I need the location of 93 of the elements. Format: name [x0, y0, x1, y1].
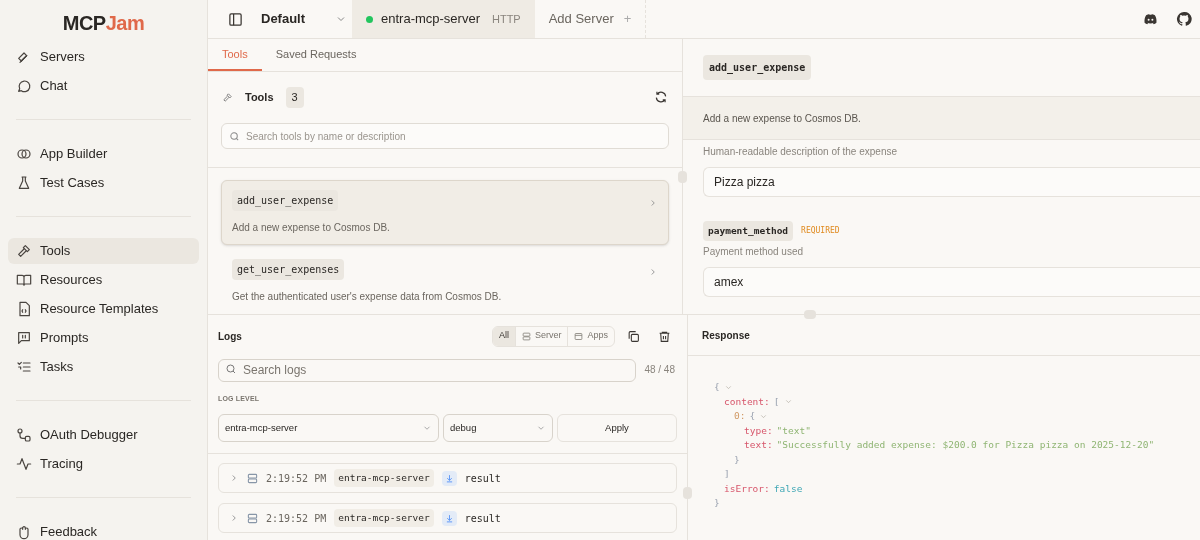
route-icon	[16, 427, 32, 443]
json-key: isError:	[724, 481, 770, 496]
resize-handle[interactable]	[683, 487, 692, 499]
nav-item[interactable]: Resources	[8, 267, 199, 293]
add-server-tab[interactable]: Add Server +	[534, 0, 647, 38]
json-bracket: ]	[724, 468, 730, 479]
search-field[interactable]: Search tools by name or description	[221, 123, 669, 149]
server-icon	[247, 472, 258, 484]
log-time: 2:19:52 PM	[266, 471, 327, 486]
search-icon	[225, 363, 237, 375]
param-hint: Human-readable description of the expense	[703, 145, 898, 159]
wrench-icon	[222, 91, 233, 103]
nav-item[interactable]: App Builder	[8, 141, 199, 167]
param-name: payment_method	[703, 221, 794, 242]
filter-toggle[interactable]: Server	[514, 326, 568, 346]
json-bracket: {	[714, 380, 720, 395]
nav-item[interactable]: Tracing	[8, 451, 199, 477]
nav-item[interactable]: Chat	[8, 73, 199, 99]
level-select[interactable]: debug	[443, 414, 553, 442]
file-icon	[16, 301, 32, 317]
json-value: false	[773, 481, 803, 496]
sidebar-toggle-icon[interactable]	[228, 11, 243, 27]
nav-item[interactable]: Servers	[8, 44, 199, 70]
json-key: content:	[724, 394, 770, 409]
required-label: REQUIRED	[801, 225, 840, 238]
workspace-dropdown[interactable]: Default	[261, 9, 348, 29]
octocat-icon[interactable]	[1176, 11, 1192, 27]
window-icon	[574, 331, 584, 341]
filter-toggle[interactable]: Apps	[567, 326, 614, 346]
tool-description: Add a new expense to Cosmos DB.	[703, 111, 861, 126]
json-key: text:	[744, 438, 773, 453]
param-hint: Payment method used	[703, 245, 805, 260]
chat-icon	[16, 78, 32, 94]
tool-description: Add a new expense to Cosmos DB.	[232, 221, 391, 235]
log-type: result	[464, 471, 501, 486]
param-field[interactable]: amex	[703, 267, 1200, 298]
json-bracket: [	[773, 394, 780, 409]
apply-button[interactable]: Apply	[557, 414, 677, 442]
json-value: "Successfully added expense: $200.0 for Pizza pizza on 2025-12-20"	[776, 438, 1155, 453]
section-title: Tools	[245, 90, 274, 105]
tool-card[interactable]: get_user_expenses Get the authenticated user's expense data from Cosmos DB.	[221, 249, 669, 314]
list-icon	[16, 359, 32, 375]
resize-handle[interactable]	[804, 310, 816, 319]
json-bracket: {	[749, 409, 756, 424]
server-tag: entra-mcp-server	[334, 508, 434, 528]
logo: MCPJam	[62, 11, 145, 36]
tool-name: get_user_expenses	[232, 259, 345, 280]
flask-icon	[16, 175, 32, 191]
server-tab[interactable]: entra-mcp-server HTTP	[352, 0, 535, 38]
search-icon	[229, 130, 240, 142]
section-title: Logs	[218, 329, 242, 344]
json-key: 0:	[734, 409, 746, 424]
nav-item[interactable]: OAuth Debugger	[8, 422, 199, 448]
json-value: "text"	[776, 423, 811, 438]
tool-card[interactable]: add_user_expense Add a new expense to Cosmos DB.	[221, 180, 669, 245]
log-entry[interactable]: 2:19:52 PM entra-mcp-server result	[218, 463, 677, 493]
search-field[interactable]: Search logs	[218, 358, 637, 382]
json-key: type:	[744, 423, 773, 438]
nav-item[interactable]: Tasks	[8, 354, 199, 380]
nav-item[interactable]: Resource Templates	[8, 296, 199, 322]
log-type: result	[464, 511, 501, 526]
refresh-icon[interactable]	[654, 90, 668, 105]
download-icon	[441, 510, 457, 526]
copy-icon[interactable]	[627, 329, 640, 343]
log-entry[interactable]: 2:19:52 PM entra-mcp-server result	[218, 503, 677, 533]
server-icon	[247, 512, 258, 524]
panel-tab[interactable]: Saved Requests	[261, 39, 371, 72]
nav-item[interactable]: Feedback	[8, 519, 199, 540]
log-count: 48 / 48	[644, 362, 675, 377]
filter-toggle[interactable]: All	[492, 326, 515, 346]
server-tag: entra-mcp-server	[334, 468, 434, 488]
tool-name: add_user_expense	[232, 190, 339, 211]
param-field[interactable]: Pizza pizza	[703, 167, 1200, 197]
download-icon	[441, 470, 457, 486]
nav-item[interactable]: Prompts	[8, 325, 199, 351]
server-select[interactable]: entra-mcp-server	[218, 414, 439, 442]
book-icon	[16, 272, 32, 288]
nav-item[interactable]: Tools	[8, 238, 199, 264]
count-badge: 3	[285, 87, 304, 108]
pulse-icon	[16, 456, 32, 472]
trash-icon[interactable]	[658, 329, 671, 343]
section-title: Response	[702, 328, 750, 343]
json-bracket: }	[714, 497, 720, 508]
message-icon	[16, 330, 32, 346]
hammer-icon	[16, 243, 32, 259]
nav-item[interactable]: Test Cases	[8, 170, 199, 196]
log-time: 2:19:52 PM	[266, 511, 327, 526]
server-icon	[521, 331, 531, 341]
json-bracket: }	[734, 453, 740, 465]
hand-icon	[16, 524, 32, 540]
resize-handle[interactable]	[678, 171, 687, 183]
tool-name: add_user_expense	[703, 55, 812, 80]
tool-description: Get the authenticated user's expense data from Cosmos DB.	[232, 290, 503, 304]
